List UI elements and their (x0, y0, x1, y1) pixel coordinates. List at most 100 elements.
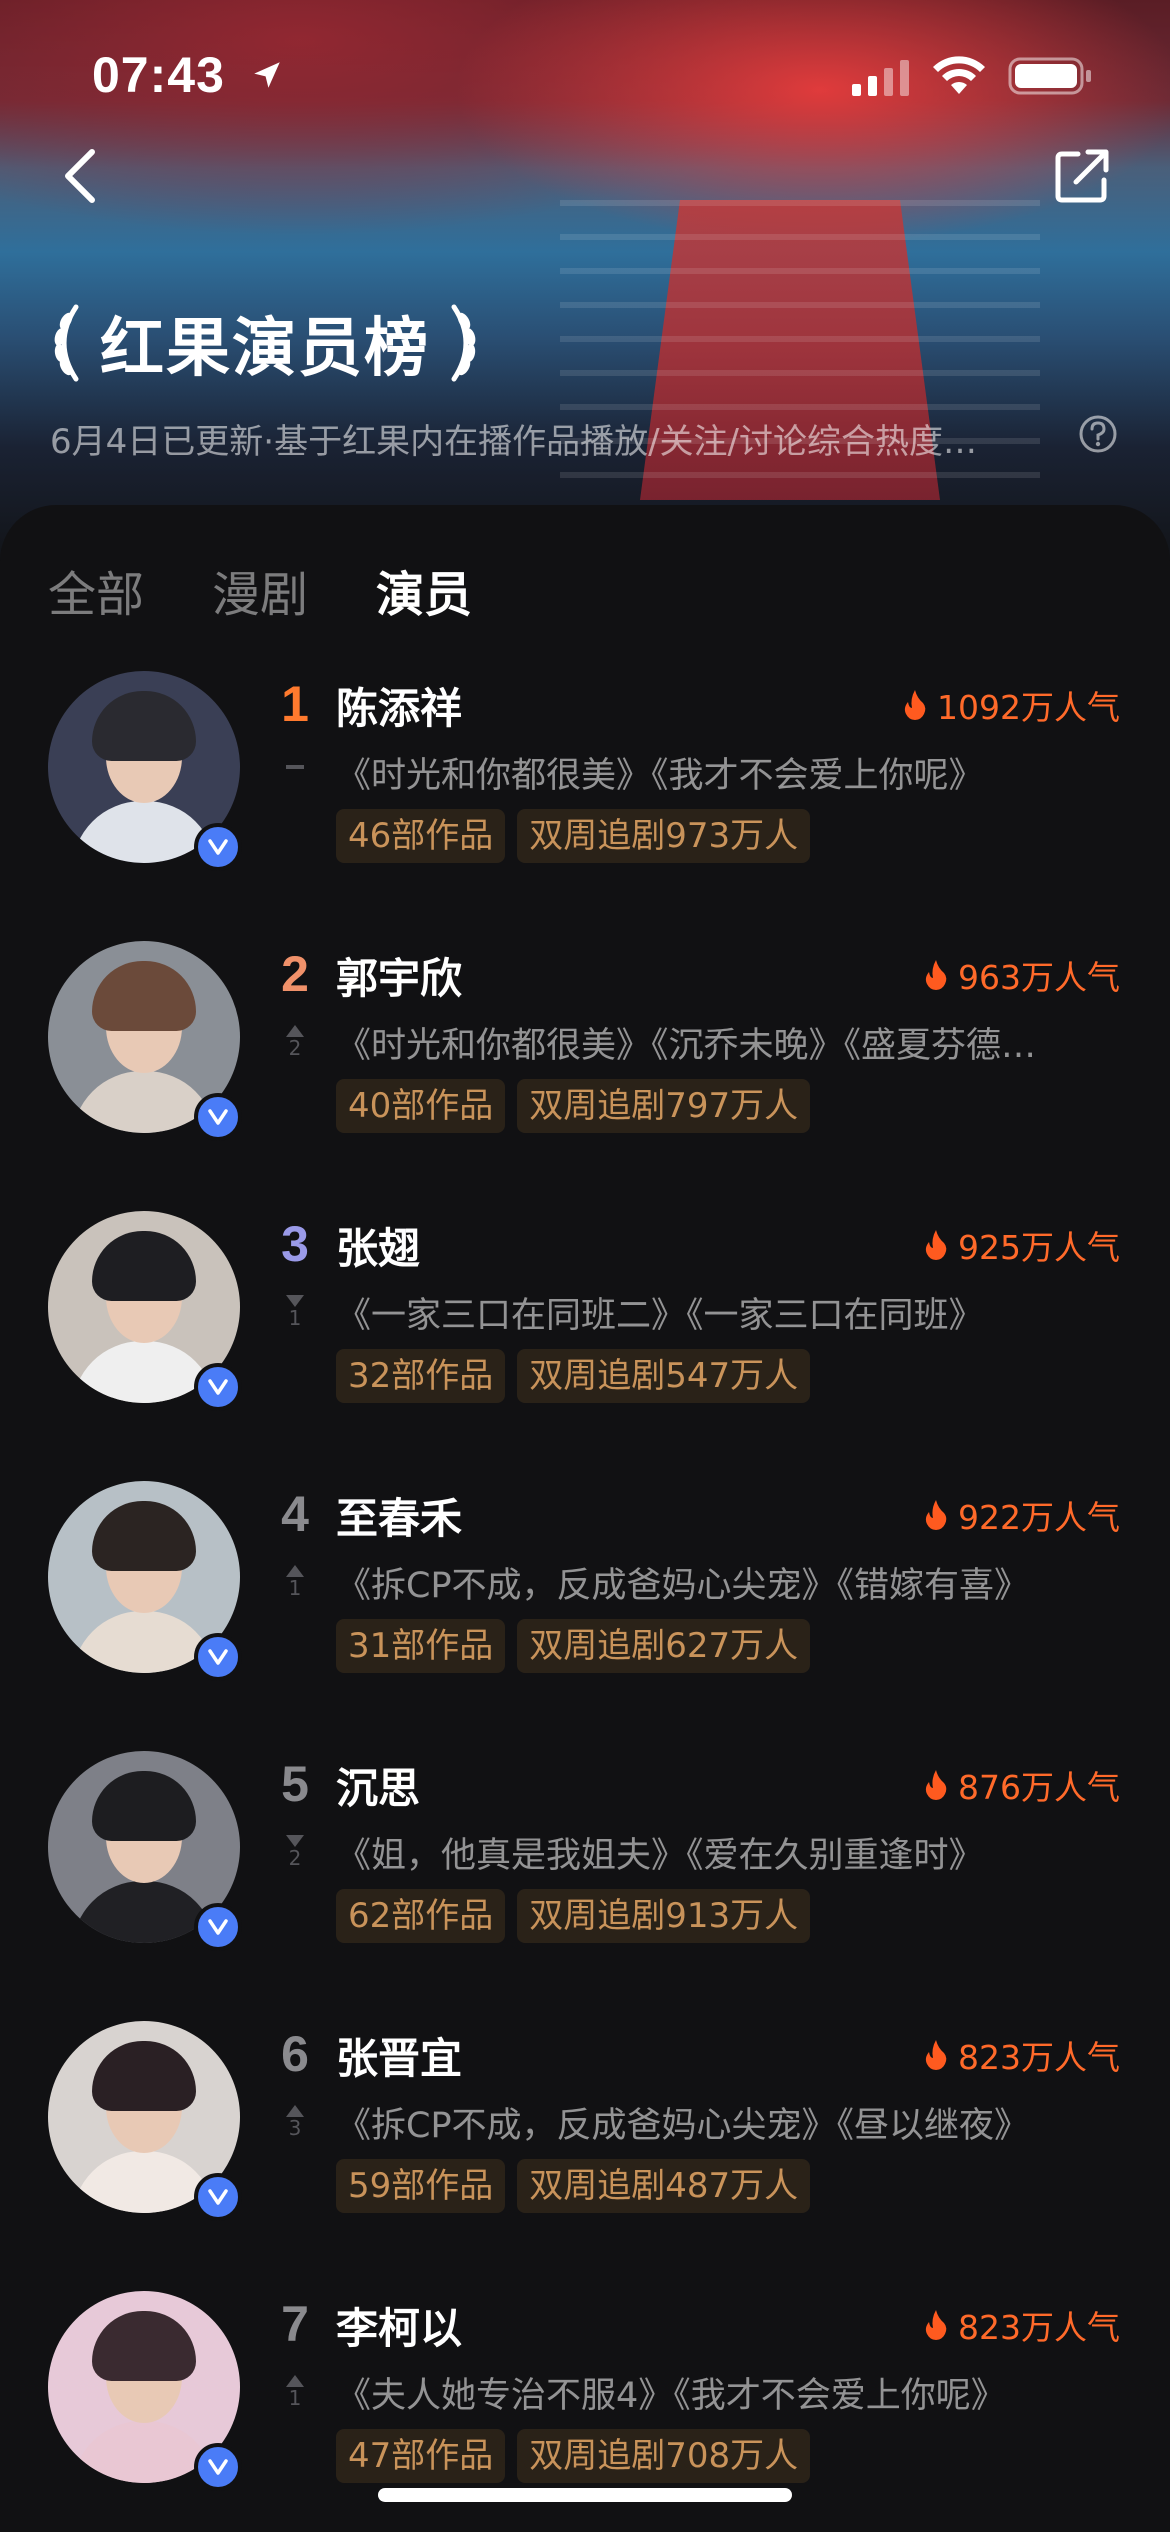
popularity-value: 963万人气 (958, 958, 1120, 997)
actor-name: 郭宇欣 (336, 954, 463, 1003)
popularity: 1092万人气 (903, 681, 1120, 729)
laurel-right-icon (451, 304, 476, 382)
rank-change-value: 1 (288, 1306, 302, 1330)
verified-badge-icon (194, 1363, 242, 1411)
rank-change-value: 3 (288, 2116, 302, 2140)
popularity-value: 1092万人气 (937, 688, 1120, 727)
rank-change: 1 (280, 2375, 310, 2409)
actor-name: 至春禾 (336, 1494, 463, 1543)
actor-name: 陈添祥 (336, 684, 463, 733)
followers-tag: 双周追剧627万人 (517, 1619, 811, 1673)
stat-tags: 31部作品 双周追剧627万人 (336, 1619, 811, 1673)
followers-tag: 双周追剧547万人 (517, 1349, 811, 1403)
stat-tags: 62部作品 双周追剧913万人 (336, 1889, 811, 1943)
popularity: 925万人气 (924, 1221, 1120, 1269)
wifi-icon (933, 56, 985, 94)
popularity: 922万人气 (924, 1491, 1120, 1539)
tab-all[interactable]: 全部 (48, 555, 144, 625)
page: 07:43 红果演员榜 6月4日已更新·基于红果内在播作品播放/关注/讨论综合热… (0, 0, 1170, 2532)
rank-change-value: 1 (288, 2386, 302, 2410)
share-button[interactable] (1054, 146, 1112, 204)
rank-number: 1 (281, 676, 309, 732)
works-count-tag: 31部作品 (336, 1619, 506, 1673)
tab-actors[interactable]: 演员 (376, 555, 472, 625)
works-list: 《拆CP不成，反成爸妈心尖宠》《昼以继夜》 (336, 2106, 1030, 2146)
works-list: 《时光和你都很美》《我才不会爱上你呢》 (336, 756, 984, 796)
cellular-signal-icon (852, 60, 909, 96)
stat-tags: 32部作品 双周追剧547万人 (336, 1349, 811, 1403)
popularity-value: 925万人气 (958, 1228, 1120, 1267)
popularity-value: 876万人气 (958, 1768, 1120, 1807)
works-list: 《夫人她专治不服4》《我才不会爱上你呢》 (336, 2376, 1006, 2416)
popularity: 963万人气 (924, 951, 1120, 999)
tab-comics[interactable]: 漫剧 (212, 555, 308, 625)
verified-badge-icon (194, 823, 242, 871)
laurel-left-icon (54, 304, 79, 382)
ranking-description: 6月4日已更新·基于红果内在播作品播放/关注/讨论综合热度… (50, 422, 977, 462)
back-button[interactable] (56, 146, 106, 206)
popularity: 876万人气 (924, 1761, 1120, 1809)
stat-tags: 59部作品 双周追剧487万人 (336, 2159, 811, 2213)
followers-tag: 双周追剧797万人 (517, 1079, 811, 1133)
actor-row[interactable]: 6 3 张晋宜 823万人气《拆CP不成，反成爸妈心尖宠》《昼以继夜》 59部作品 双周追… (0, 2005, 1170, 2275)
verified-badge-icon (194, 1903, 242, 1951)
fire-icon (925, 1500, 947, 1530)
actor-name: 张翅 (336, 1224, 421, 1273)
actor-row[interactable]: 3 1 张翅 925万人气 《一家三口在同班二》《一家三口在同班》 32部作品 双周追剧54… (0, 1195, 1170, 1465)
works-list: 《拆CP不成，反成爸妈心尖宠》《错嫁有喜》 (336, 1566, 1030, 1606)
actor-name: 张晋宜 (336, 2034, 463, 2083)
stat-tags: 46部作品 双周追剧973万人 (336, 809, 811, 863)
popularity-value: 823万人气 (958, 2038, 1120, 2077)
rank-unchanged-icon (286, 765, 304, 769)
works-count-tag: 62部作品 (336, 1889, 506, 1943)
followers-tag: 双周追剧487万人 (517, 2159, 811, 2213)
fire-icon (925, 1230, 947, 1260)
works-count-tag: 59部作品 (336, 2159, 506, 2213)
rank-change: 2 (280, 1835, 310, 1869)
fire-icon (904, 690, 926, 720)
verified-badge-icon (194, 2443, 242, 2491)
rank-change-value: 2 (288, 1846, 302, 1870)
works-count-tag: 46部作品 (336, 809, 506, 863)
rank-change (280, 755, 310, 769)
rank-change-value: 1 (288, 1576, 302, 1600)
fire-icon (925, 960, 947, 990)
fire-icon (925, 2040, 947, 2070)
works-list: 《时光和你都很美》《沉乔未晚》《盛夏芬德… (336, 1026, 1037, 1066)
verified-badge-icon (194, 1633, 242, 1681)
rank-number: 3 (281, 1216, 309, 1272)
stat-tags: 40部作品 双周追剧797万人 (336, 1079, 811, 1133)
followers-tag: 双周追剧708万人 (517, 2429, 811, 2483)
location-arrow-icon (254, 62, 280, 88)
rank-number: 5 (281, 1756, 309, 1812)
rank-number: 7 (281, 2296, 309, 2352)
fire-icon (925, 2310, 947, 2340)
actor-row[interactable]: 2 2 郭宇欣 963万人气《时光和你都很美》《沉乔未晚》《盛夏芬德… 40部作品 双周追… (0, 925, 1170, 1195)
followers-tag: 双周追剧913万人 (517, 1889, 811, 1943)
rank-change-value: 2 (288, 1036, 302, 1060)
page-title: 红果演员榜 (46, 298, 484, 388)
actor-row[interactable]: 4 1 至春禾 922万人气 《拆CP不成，反成爸妈心尖宠》《错嫁有喜》 31部作品 双周追… (0, 1465, 1170, 1735)
rank-number: 6 (281, 2026, 309, 2082)
actor-row[interactable]: 5 2 沉思 876万人气 《姐，他真是我姐夫》《爱在久别重逢时》 62部作品 双周追剧91… (0, 1735, 1170, 2005)
category-tabs: 全部 漫剧 演员 (48, 555, 472, 625)
rank-change: 3 (280, 2105, 310, 2139)
stat-tags: 47部作品 双周追剧708万人 (336, 2429, 811, 2483)
help-icon[interactable] (1078, 414, 1118, 454)
rank-change: 1 (280, 1295, 310, 1329)
works-count-tag: 47部作品 (336, 2429, 506, 2483)
battery-icon (1008, 57, 1091, 95)
followers-tag: 双周追剧973万人 (517, 809, 811, 863)
works-list: 《姐，他真是我姐夫》《爱在久别重逢时》 (336, 1836, 984, 1876)
actor-row[interactable]: 1 陈添祥 1092万人气《时光和你都很美》《我才不会爱上你呢》 46部作品 双周追剧9… (0, 655, 1170, 925)
popularity-value: 823万人气 (958, 2308, 1120, 2347)
popularity: 823万人气 (924, 2301, 1120, 2349)
fire-icon (925, 1770, 947, 1800)
title-text: 红果演员榜 (100, 312, 430, 386)
actor-name: 李柯以 (336, 2304, 463, 2353)
home-indicator (378, 2488, 792, 2502)
popularity-value: 922万人气 (958, 1498, 1120, 1537)
ranking-panel: 全部 漫剧 演员 1 陈添祥 1092万人气《时光和你都很美》《我才不会爱上你呢》 4… (0, 505, 1170, 2532)
rank-number: 2 (281, 946, 309, 1002)
works-count-tag: 40部作品 (336, 1079, 506, 1133)
